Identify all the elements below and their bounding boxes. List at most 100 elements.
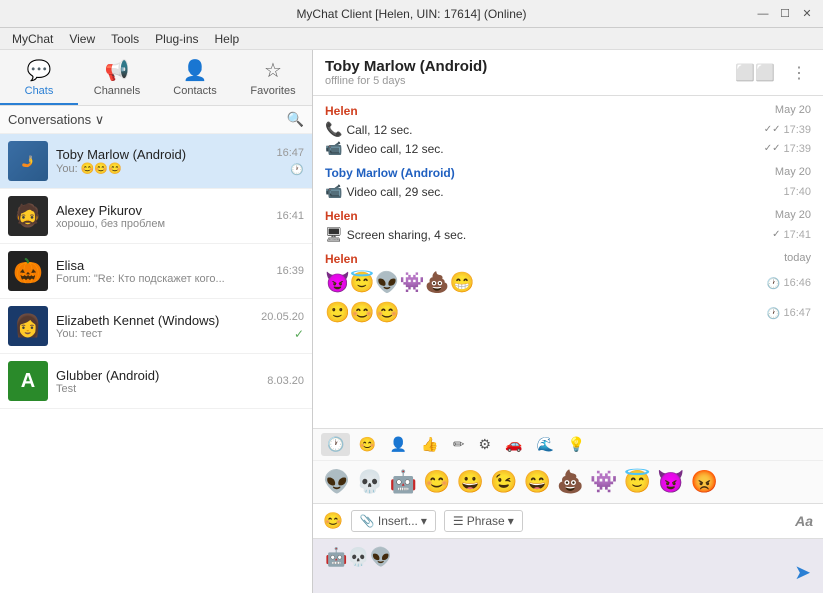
menu-mychat[interactable]: MyChat: [4, 30, 61, 48]
msg-text-videocall1: Video call, 12 sec.: [346, 142, 443, 156]
msg-time-videocall1: ✓✓ 17:39: [764, 143, 811, 155]
msg-sender-helen3: Helen: [325, 252, 358, 266]
search-button[interactable]: 🔍: [287, 111, 304, 128]
conv-info-toby: Toby Marlow (Android) You: 😊😊😊: [56, 147, 276, 175]
menu-view[interactable]: View: [61, 30, 103, 48]
emoji-button[interactable]: 😊: [323, 511, 343, 531]
tab-channels[interactable]: 📢 Channels: [78, 54, 156, 105]
emoji-tab-ideas[interactable]: 💡: [562, 433, 591, 456]
phrase-arrow: ▾: [508, 514, 514, 528]
conv-item-alexey[interactable]: 🧔 Alexey Pikurov хорошо, без проблем 16:…: [0, 189, 312, 244]
msg-check-screen: ✓: [772, 229, 780, 240]
emoji-tab-people[interactable]: 👤: [384, 433, 413, 456]
split-view-button[interactable]: ⬜⬜: [731, 61, 779, 85]
msg-sender-helen1: Helen: [325, 104, 358, 118]
conv-time-glubber: 8.03.20: [267, 375, 304, 387]
msg-row-screen: 🖥 Screen sharing, 4 sec. ✓ 17:41: [325, 225, 811, 244]
emoji-devil[interactable]: 😈: [655, 467, 686, 497]
menu-tools[interactable]: Tools: [103, 30, 147, 48]
conv-time-elizabeth: 20.05.20: [261, 311, 304, 323]
msg-text-videocall2: Video call, 29 sec.: [346, 185, 443, 199]
conv-info-alexey: Alexey Pikurov хорошо, без проблем: [56, 203, 276, 230]
titlebar-title: MyChat Client [Helen, UIN: 17614] (Onlin…: [68, 7, 755, 21]
conv-item-glubber[interactable]: A Glubber (Android) Test 8.03.20: [0, 354, 312, 409]
emoji-smile[interactable]: 😊: [421, 467, 452, 497]
conv-meta-glubber: 8.03.20: [267, 375, 304, 387]
msg-time-videocall1-val: 17:39: [783, 143, 811, 155]
tab-favorites-label: Favorites: [250, 85, 295, 97]
msg-time-call-val: 17:39: [783, 124, 811, 136]
msg-time-emoji2-val: 16:47: [783, 307, 811, 319]
msg-block-helen-today: Helen today 😈😇👽👾💩😁 🕐 16:46 🙂😊😊 🕐 16:47: [325, 252, 811, 328]
send-button[interactable]: ➤: [794, 560, 811, 585]
msg-time-videocall2: 17:40: [783, 186, 811, 198]
msg-row-call: 📞 Call, 12 sec. ✓✓ 17:39: [325, 120, 811, 139]
emoji-tab-settings[interactable]: ⚙: [472, 433, 497, 456]
emoji-angry[interactable]: 😡: [688, 467, 719, 497]
emoji-skull[interactable]: 💀: [354, 467, 385, 497]
emoji-tab-travel[interactable]: 🚗: [499, 433, 528, 456]
msg-row-emoji1: 😈😇👽👾💩😁 🕐 16:46: [325, 268, 811, 298]
chat-header-info: Toby Marlow (Android) offline for 5 days: [325, 58, 487, 87]
titlebar: MyChat Client [Helen, UIN: 17614] (Onlin…: [0, 0, 823, 28]
minimize-button[interactable]: —: [755, 6, 771, 22]
chat-name: Toby Marlow (Android): [325, 58, 487, 75]
screen-icon: 🖥: [325, 226, 343, 243]
conv-time-alexey: 16:41: [276, 210, 304, 222]
tab-favorites[interactable]: ☆ Favorites: [234, 54, 312, 105]
video-icon1: 📹: [325, 140, 342, 157]
conv-name-toby: Toby Marlow (Android): [56, 147, 276, 162]
conv-preview-glubber: Test: [56, 383, 267, 395]
msg-time-emoji2: 🕐 16:47: [767, 307, 811, 320]
menu-plugins[interactable]: Plug-ins: [147, 30, 206, 48]
emoji-grid: 👽 💀 🤖 😊 😀 😉 😄 💩 👾 😇 😈 😡: [313, 461, 823, 503]
emoji-tab-objects[interactable]: ✏: [447, 433, 471, 456]
conv-item-elisa[interactable]: 🎃 Elisa Forum: "Re: Кто подскажет кого..…: [0, 244, 312, 299]
msg-content-videocall1: 📹 Video call, 12 sec.: [325, 140, 444, 157]
chat-header: Toby Marlow (Android) offline for 5 days…: [313, 50, 823, 96]
close-button[interactable]: ✕: [799, 6, 815, 22]
clock-icon1: 🕐: [767, 277, 781, 290]
avatar-toby: 🤳: [8, 141, 48, 181]
menu-help[interactable]: Help: [207, 30, 248, 48]
msg-time-emoji1: 🕐 16:46: [767, 277, 811, 290]
text-input-area[interactable]: 🤖💀👽 ➤: [313, 538, 823, 593]
emoji-tab-gestures[interactable]: 👍: [415, 433, 444, 456]
right-panel: Toby Marlow (Android) offline for 5 days…: [313, 50, 823, 593]
conv-info-glubber: Glubber (Android) Test: [56, 368, 267, 395]
maximize-button[interactable]: ☐: [777, 6, 793, 22]
phrase-button[interactable]: ☰ Phrase ▾: [444, 510, 523, 532]
conversations-header: Conversations ∨ 🔍: [0, 106, 312, 134]
emoji-tab-smileys[interactable]: 😊: [352, 433, 381, 456]
msg-date-toby: Toby Marlow (Android) May 20: [325, 166, 811, 180]
tab-contacts[interactable]: 👤 Contacts: [156, 54, 234, 105]
sidebar: 💬 Chats 📢 Channels 👤 Contacts ☆ Favorite…: [0, 50, 313, 593]
font-button[interactable]: Aa: [795, 513, 813, 529]
emoji-angel[interactable]: 😇: [622, 467, 653, 497]
emoji-wink[interactable]: 😉: [488, 467, 519, 497]
conv-item-elizabeth[interactable]: 👩 Elizabeth Kennet (Windows) You: тест 2…: [0, 299, 312, 354]
emoji-space-invader[interactable]: 👾: [588, 467, 619, 497]
text-input-content[interactable]: 🤖💀👽: [325, 547, 786, 568]
conv-meta-toby: 16:47 🕐: [276, 147, 304, 176]
conv-name-alexey: Alexey Pikurov: [56, 203, 276, 218]
emoji-robot[interactable]: 🤖: [388, 467, 419, 497]
emoji-poop[interactable]: 💩: [555, 467, 586, 497]
tab-chats[interactable]: 💬 Chats: [0, 54, 78, 105]
avatar-elizabeth: 👩: [8, 306, 48, 346]
msg-text-call: Call, 12 sec.: [346, 123, 412, 137]
avatar-elisa: 🎃: [8, 251, 48, 291]
emoji-laugh[interactable]: 😄: [521, 467, 552, 497]
insert-button[interactable]: 📎 Insert... ▾: [351, 510, 436, 532]
emoji-tab-recent[interactable]: 🕐: [321, 433, 350, 456]
msg-content-call: 📞 Call, 12 sec.: [325, 121, 412, 138]
conv-preview-toby: You: 😊😊😊: [56, 162, 276, 175]
emoji-alien[interactable]: 👽: [321, 467, 352, 497]
conv-item-toby[interactable]: 🤳 Toby Marlow (Android) You: 😊😊😊 16:47 🕐: [0, 134, 312, 189]
msg-row-videocall2: 📹 Video call, 29 sec. 17:40: [325, 182, 811, 201]
emoji-tab-nature[interactable]: 🌊: [530, 433, 559, 456]
insert-label: Insert...: [378, 514, 418, 528]
conversations-title[interactable]: Conversations ∨: [8, 112, 104, 128]
emoji-grin[interactable]: 😀: [455, 467, 486, 497]
more-options-button[interactable]: ⋮: [787, 61, 811, 85]
